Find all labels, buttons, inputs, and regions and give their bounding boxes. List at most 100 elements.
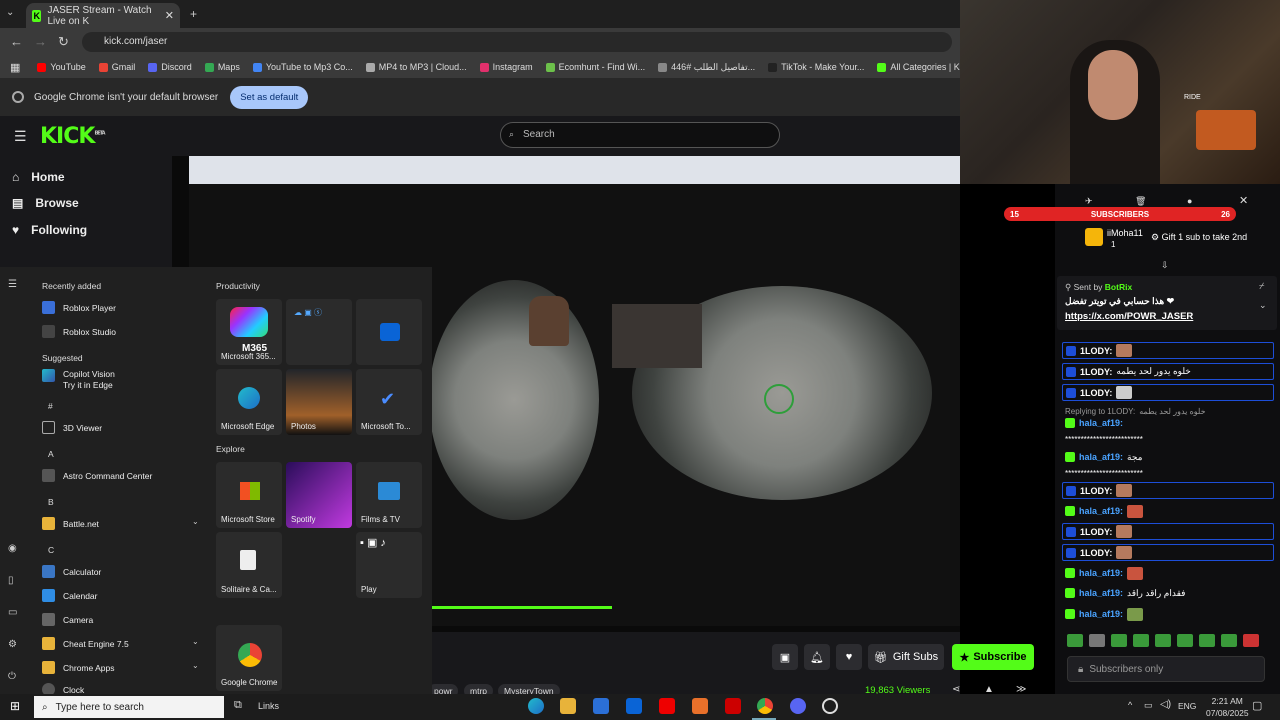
tile-solitaire[interactable]: Solitaire & Ca... (216, 532, 282, 598)
tile-chrome[interactable]: Google Chrome (216, 625, 282, 691)
emote-icon[interactable] (1133, 634, 1149, 647)
language-indicator[interactable]: ENG (1178, 701, 1196, 711)
emote-icon[interactable] (1199, 634, 1215, 647)
chat-nick[interactable]: hala_af19: (1079, 568, 1123, 578)
close-icon[interactable]: ✕ (1239, 194, 1248, 207)
tile-m365[interactable]: M365 Microsoft 365... (216, 299, 282, 365)
chat-nick[interactable]: hala_af19: (1079, 588, 1123, 598)
bookmark-item[interactable]: All Categories | Kick (877, 62, 971, 72)
letter-c[interactable]: C (48, 545, 54, 555)
bookmark-item[interactable]: Ecomhunt - Find Wi... (545, 62, 645, 72)
emote-icon[interactable] (1243, 634, 1259, 647)
suggested-copilot[interactable]: Copilot Vision Try it in Edge (42, 369, 115, 391)
pinned-sender-name[interactable]: BotRix (1105, 282, 1132, 292)
pinned-link[interactable]: https://x.com/POWR_JASER (1065, 311, 1193, 322)
app-astro-command-center[interactable]: Astro Command Center (42, 469, 152, 482)
new-tab-icon[interactable]: + (190, 7, 197, 21)
tab-close-icon[interactable]: ✕ (165, 9, 174, 22)
clock-area[interactable]: 2:21 AM 07/08/2025 (1206, 695, 1249, 719)
emote-icon[interactable] (1067, 634, 1083, 647)
links-toolbar[interactable]: Links (258, 701, 279, 711)
chat-message[interactable]: 1LODY: (1062, 544, 1274, 561)
network-icon[interactable]: ▭ (1144, 700, 1153, 711)
bookmark-item[interactable]: YouTube (37, 62, 86, 72)
documents-icon[interactable]: ▯ (8, 575, 14, 586)
outlook-taskbar-icon[interactable] (626, 698, 642, 714)
chat-input[interactable]: 🔒︎ Subscribers only (1067, 656, 1265, 682)
chevron-down-icon[interactable]: ⌄ (192, 661, 199, 670)
nav-browse[interactable]: ▤ Browse (12, 196, 79, 210)
chevron-down-icon[interactable]: ⌄ (192, 517, 199, 526)
emote-icon[interactable] (1155, 634, 1171, 647)
chat-nick[interactable]: 1LODY: (1080, 367, 1112, 377)
follow-heart-icon[interactable]: ♥ (836, 644, 862, 670)
search-input[interactable]: ⌕ Search (500, 122, 780, 148)
bookmark-item[interactable]: TikTok - Make Your... (768, 62, 864, 72)
subscribe-button[interactable]: ★ Subscribe (952, 644, 1034, 670)
chat-message[interactable]: 1LODY: (1062, 342, 1274, 359)
expand-chevron-icon[interactable]: ⌄ (1259, 300, 1267, 311)
app-taskbar-icon[interactable] (692, 698, 708, 714)
chat-nick[interactable]: hala_af19: (1079, 452, 1123, 462)
chat-message[interactable]: 1LODY: (1062, 384, 1274, 401)
chat-message[interactable]: 1LODY: خلوه يدور لحد يطمه (1062, 363, 1274, 380)
tile-store[interactable]: Microsoft Store (216, 462, 282, 528)
settings-gear-icon[interactable]: ⚙ (8, 639, 17, 650)
chat-nick[interactable]: hala_af19: (1079, 506, 1123, 516)
tile-spotify[interactable]: Spotify (286, 462, 352, 528)
tab-search-icon[interactable]: ⌄ (6, 7, 14, 18)
forward-icon[interactable]: → (34, 34, 47, 49)
tile-photos[interactable]: Photos (286, 369, 352, 435)
youtube-taskbar-icon[interactable] (659, 698, 675, 714)
pictures-icon[interactable]: ▭ (8, 607, 17, 618)
chat-message[interactable]: 1LODY: (1062, 482, 1274, 499)
power-icon[interactable]: ⏻ (8, 671, 16, 682)
store-taskbar-icon[interactable] (593, 698, 609, 714)
chat-message[interactable]: hala_af19: (1065, 415, 1270, 431)
windows-start-icon[interactable]: ⊞ (10, 699, 20, 713)
app-battle-net[interactable]: Battle.net (42, 517, 99, 530)
chevron-down-icon[interactable]: ⌄ (192, 637, 199, 646)
bookmark-item[interactable]: MP4 to MP3 | Cloud... (365, 62, 467, 72)
trash-icon[interactable]: 🗑︎ (1135, 196, 1146, 207)
emote-icon[interactable] (1177, 634, 1193, 647)
app-chrome-apps[interactable]: Chrome Apps (42, 661, 115, 674)
explorer-taskbar-icon[interactable] (560, 698, 576, 714)
letter-hash[interactable]: # (48, 401, 53, 411)
tile-edge[interactable]: Microsoft Edge (216, 369, 282, 435)
bookmark-item[interactable]: Instagram (479, 62, 533, 72)
back-icon[interactable]: ← (10, 34, 23, 49)
apps-grid-icon[interactable]: ▦ (10, 61, 20, 74)
top-gifter-name[interactable]: iiMoha11 (1107, 228, 1143, 238)
menu-icon[interactable]: ☰ (14, 128, 27, 145)
chat-nick[interactable]: 1LODY: (1080, 548, 1112, 558)
task-view-icon[interactable]: ⧉ (234, 699, 242, 712)
app-roblox-player[interactable]: Roblox Player (42, 301, 116, 314)
address-bar[interactable]: kick.com/jaser (82, 32, 952, 52)
netflix-taskbar-icon[interactable] (725, 698, 741, 714)
emote-icon[interactable] (1221, 634, 1237, 647)
emote-icon[interactable] (1089, 634, 1105, 647)
collapse-icon[interactable]: ⇩ (1161, 260, 1169, 271)
app-cheat-engine[interactable]: Cheat Engine 7.5 (42, 637, 129, 650)
chat-bubble-icon[interactable]: ● (1187, 196, 1192, 206)
letter-a[interactable]: A (48, 449, 54, 459)
app-roblox-studio[interactable]: Roblox Studio (42, 325, 116, 338)
letter-b[interactable]: B (48, 497, 54, 507)
browser-tab[interactable]: K JASER Stream - Watch Live on K ✕ (26, 3, 180, 28)
bookmark-item[interactable]: YouTube to Mp3 Co... (252, 62, 353, 72)
chat-message[interactable]: hala_af19: (1065, 503, 1270, 519)
chat-message[interactable]: 1LODY: (1062, 523, 1274, 540)
bookmark-item[interactable]: تفاصيل الطلب #446... (658, 62, 755, 73)
chat-message[interactable]: hala_af19: (1065, 606, 1270, 622)
chat-nick[interactable]: hala_af19: (1079, 609, 1123, 619)
discord-taskbar-icon[interactable] (790, 698, 806, 714)
chat-message[interactable]: hala_af19: مجة (1065, 449, 1270, 465)
user-avatar-icon[interactable]: ◉ (8, 543, 17, 554)
tray-chevron-icon[interactable]: ^ (1128, 700, 1132, 710)
tile-office-group[interactable]: ☁ ▣ ⓢ (286, 299, 352, 365)
chat-nick[interactable]: hala_af19: (1079, 418, 1123, 428)
obs-taskbar-icon[interactable] (822, 698, 838, 714)
gift-sub-prompt[interactable]: ⚙︎ Gift 1 sub to take 2nd (1151, 232, 1247, 243)
chat-nick[interactable]: 1LODY: (1080, 527, 1112, 537)
